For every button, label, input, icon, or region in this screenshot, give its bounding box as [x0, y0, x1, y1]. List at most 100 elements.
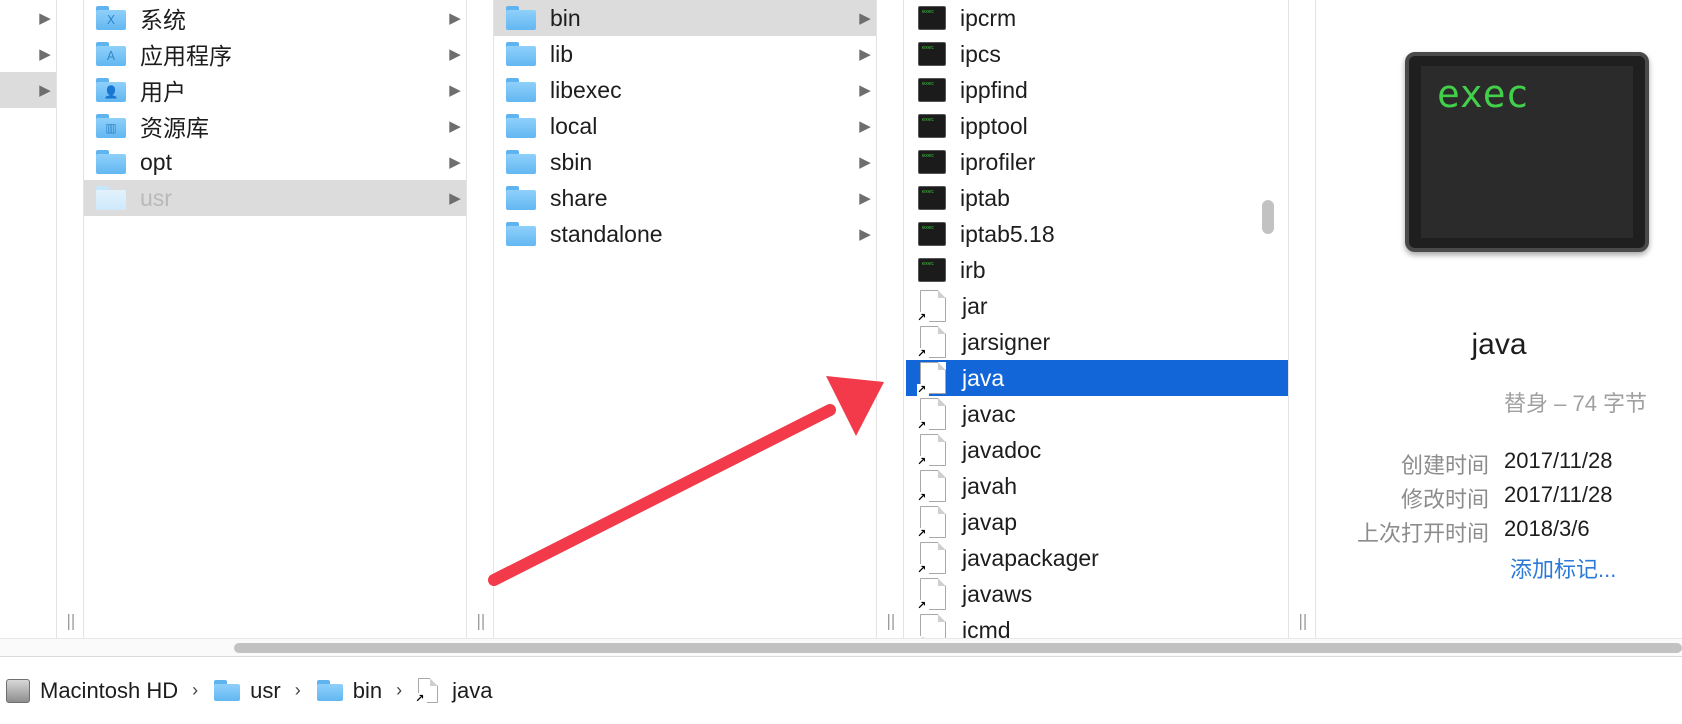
chevron-right-icon: ▶ [39, 82, 51, 99]
horizontal-scroll-thumb[interactable] [234, 643, 1682, 653]
path-item-disk[interactable]: Macintosh HD [6, 678, 178, 704]
file-row[interactable]: ↗ jarsigner [906, 324, 1288, 360]
path-item-bin[interactable]: bin [316, 678, 382, 704]
exec-terminal-icon: exec [1405, 52, 1649, 252]
file-label: java [962, 364, 1005, 391]
vertical-scrollbar[interactable] [1262, 200, 1274, 234]
chevron-right-icon: ▶ [859, 226, 871, 243]
created-value: 2017/11/28 [1504, 448, 1613, 473]
file-row[interactable]: ippfind [906, 72, 1288, 108]
file-label: ipptool [960, 112, 1028, 139]
folder-row-opt[interactable]: opt ▶ [84, 144, 466, 180]
chevron-right-icon: ▶ [449, 154, 461, 171]
file-row[interactable]: irb [906, 252, 1288, 288]
folder-label: 系统 [140, 7, 186, 33]
file-row[interactable]: ↗ javapackager [906, 540, 1288, 576]
file-label: jcmd [962, 616, 1011, 639]
file-row[interactable]: iptab [906, 180, 1288, 216]
file-row[interactable]: ↗ javadoc [906, 432, 1288, 468]
folder-icon [506, 78, 536, 102]
file-label: iptab [960, 184, 1010, 211]
file-label: jarsigner [962, 328, 1051, 355]
alias-file-icon: ↗ [917, 614, 946, 638]
column-root-row[interactable]: ▶ [0, 0, 56, 36]
folder-icon [506, 186, 536, 210]
file-label: jar [962, 292, 988, 319]
file-row[interactable]: iprofiler [906, 144, 1288, 180]
chevron-right-icon: ▶ [449, 190, 461, 207]
users-folder-icon: 👤 [96, 78, 126, 102]
folder-icon [506, 222, 536, 246]
file-label: ipcs [960, 40, 1001, 67]
file-row[interactable]: iptab5.18 [906, 216, 1288, 252]
resize-grip-icon[interactable]: || [476, 611, 486, 630]
exec-icon-text: exec [1437, 72, 1529, 116]
folder-label: sbin [550, 148, 593, 175]
opened-label: 上次打开时间 [1356, 521, 1489, 546]
path-item-usr[interactable]: usr [214, 678, 281, 704]
system-folder-icon: X [96, 6, 126, 30]
resize-grip-icon[interactable]: || [66, 611, 76, 630]
preview-kind: 替身 – 74 字节 [1504, 391, 1648, 416]
chevron-right-icon: ▶ [859, 10, 871, 27]
path-item-java[interactable]: ↗ java [415, 677, 493, 705]
column-root-row[interactable]: ▶ [0, 36, 56, 72]
folder-label: opt [140, 148, 172, 175]
column-divider[interactable]: || [466, 0, 494, 638]
column-divider[interactable]: || [56, 0, 84, 638]
file-row[interactable]: ipcrm [906, 0, 1288, 36]
preview-modified-row: 修改时间 2017/11/28 [1316, 482, 1682, 514]
folder-label: share [550, 184, 608, 211]
file-row[interactable]: ↗ jcmd [906, 612, 1288, 638]
resize-grip-icon[interactable]: || [886, 611, 896, 630]
chevron-right-icon: ▶ [39, 46, 51, 63]
file-row[interactable]: ↗ javaws [906, 576, 1288, 612]
folder-row-usr-selected[interactable]: usr ▶ [84, 180, 466, 216]
file-row[interactable]: ↗ javah [906, 468, 1288, 504]
file-row[interactable]: ↗ jar [906, 288, 1288, 324]
folder-label: 用户 [140, 79, 186, 105]
folder-row[interactable]: local ▶ [494, 108, 876, 144]
horizontal-scrollbar[interactable] [0, 638, 1682, 656]
resize-grip-icon[interactable]: || [1298, 611, 1308, 630]
folder-label: bin [550, 4, 581, 31]
file-row[interactable]: ↗ javac [906, 396, 1288, 432]
preview-opened-row: 上次打开时间 2018/3/6 [1316, 516, 1682, 548]
folder-label: standalone [550, 220, 663, 247]
path-label: java [452, 677, 493, 703]
file-row[interactable]: ipptool [906, 108, 1288, 144]
file-row[interactable]: ↗ javap [906, 504, 1288, 540]
column-divider[interactable]: || [1288, 0, 1316, 638]
file-label: ipcrm [960, 4, 1017, 31]
folder-row-users[interactable]: 👤 用户 ▶ [84, 72, 466, 108]
folder-row[interactable]: share ▶ [494, 180, 876, 216]
folder-row[interactable]: standalone ▶ [494, 216, 876, 252]
hard-disk-icon [6, 678, 30, 703]
path-label: Macintosh HD [40, 677, 179, 703]
alias-file-icon: ↗ [917, 578, 946, 612]
file-row-selected[interactable]: ↗ java [906, 360, 1288, 396]
folder-row[interactable]: lib ▶ [494, 36, 876, 72]
alias-file-icon: ↗ [917, 470, 946, 504]
column-divider[interactable]: || [876, 0, 904, 638]
folder-row-bin-selected[interactable]: bin ▶ [494, 0, 876, 36]
folder-row-system[interactable]: X 系统 ▶ [84, 0, 466, 36]
folder-row[interactable]: sbin ▶ [494, 144, 876, 180]
column-usr: bin ▶ lib ▶ libexec ▶ local ▶ sbin ▶ sha… [494, 0, 876, 638]
chevron-right-icon: ▶ [449, 10, 461, 27]
file-label: javap [962, 508, 1017, 535]
file-row[interactable]: ipcs [906, 36, 1288, 72]
file-label: javaws [962, 580, 1033, 607]
column-root: ▶ ▶ ▶ [0, 0, 56, 638]
folder-row-applications[interactable]: A 应用程序 ▶ [84, 36, 466, 72]
add-tags-link[interactable]: 添加标记... [1510, 552, 1616, 584]
folder-row[interactable]: libexec ▶ [494, 72, 876, 108]
folder-row-library[interactable]: ▥ 资源库 ▶ [84, 108, 466, 144]
folder-icon [96, 150, 126, 174]
column-root-row-selected[interactable]: ▶ [0, 72, 56, 108]
exec-file-icon [918, 258, 946, 282]
folder-label: usr [140, 184, 172, 211]
exec-file-icon [918, 78, 946, 102]
file-label: iptab5.18 [960, 220, 1055, 247]
folder-icon [506, 6, 536, 30]
